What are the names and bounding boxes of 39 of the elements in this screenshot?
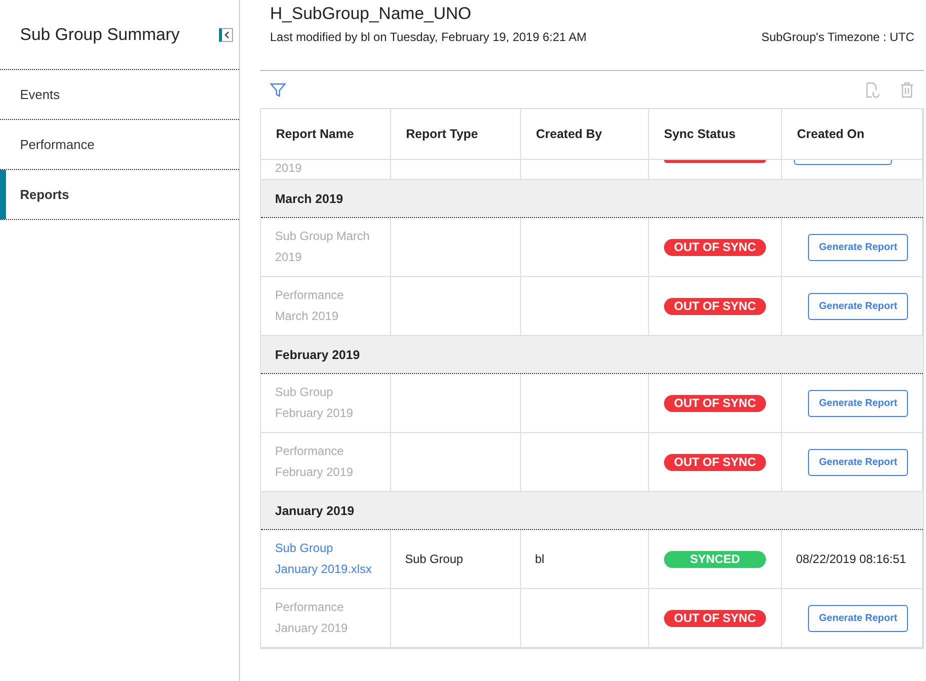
group-heading: January 2019 bbox=[275, 504, 354, 518]
sidebar-title: Sub Group Summary bbox=[20, 24, 180, 44]
status-badge: OUT OF SYNC bbox=[664, 610, 766, 626]
status-badge: OUT OF SYNC bbox=[664, 454, 766, 470]
column-header[interactable]: Report Type bbox=[391, 109, 521, 160]
group-heading: February 2019 bbox=[275, 348, 360, 362]
sidebar-item[interactable]: Performance bbox=[0, 120, 239, 170]
generate-report-button[interactable] bbox=[794, 160, 892, 165]
column-header[interactable]: Created By bbox=[521, 109, 649, 160]
report-name: Performance February 2019 bbox=[275, 443, 354, 481]
column-header[interactable]: Created On bbox=[782, 109, 924, 160]
report-name: Sub Group March 2019 bbox=[275, 228, 371, 266]
status-badge: OUT OF SYNC bbox=[664, 298, 766, 314]
report-name: Performance January 2019 bbox=[275, 599, 349, 637]
generate-report-button[interactable]: Generate Report bbox=[808, 604, 908, 632]
collapse-button[interactable] bbox=[219, 28, 233, 42]
report-name: Performance March 2019 bbox=[275, 287, 345, 325]
report-name: 2019 bbox=[275, 160, 302, 177]
report-name: Sub Group February 2019 bbox=[275, 384, 354, 422]
created-on: 08/22/2019 08:16:51 bbox=[796, 550, 906, 568]
generate-report-button[interactable]: Generate Report bbox=[808, 448, 908, 476]
generate-report-button[interactable]: Generate Report bbox=[808, 390, 908, 416]
status-badge: SYNCED bbox=[664, 550, 766, 568]
report-type: Sub Group bbox=[405, 550, 464, 568]
sidebar-item[interactable]: Events bbox=[0, 70, 239, 120]
filter-icon[interactable] bbox=[270, 82, 286, 98]
column-header[interactable]: Report Name bbox=[261, 109, 391, 160]
chevron-left-icon bbox=[224, 30, 230, 38]
status-badge: OUT OF SYNC bbox=[664, 394, 766, 412]
sidebar-item[interactable]: Reports bbox=[0, 170, 239, 220]
page-title: H_SubGroup_Name_UNO bbox=[270, 4, 472, 24]
status-badge: OUT OF SYNC bbox=[664, 238, 766, 256]
last-modified-text: Last modified by bl on Tuesday, February 19, 2019 6:21 AM bbox=[270, 30, 587, 44]
generate-report-button[interactable]: Generate Report bbox=[808, 234, 908, 260]
created-by: bl bbox=[535, 550, 544, 568]
group-heading: March 2019 bbox=[275, 192, 344, 206]
timezone-text: SubGroup's Timezone : UTC bbox=[761, 30, 914, 44]
generate-report-button[interactable]: Generate Report bbox=[808, 292, 908, 320]
report-link[interactable]: Sub Group January 2019.xlsx bbox=[275, 538, 376, 580]
